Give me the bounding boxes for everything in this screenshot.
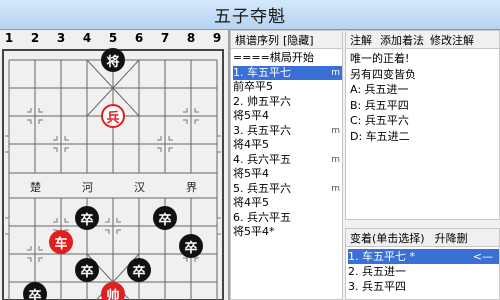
black-soldier-piece[interactable]: 卒 — [75, 206, 99, 230]
list-item[interactable]: 2. 帅五平六 — [233, 95, 342, 110]
move-text: 1. 车五平七 — [233, 65, 291, 79]
add-move-button[interactable]: 添加着法 — [380, 32, 424, 48]
move-text: 3. 兵五平六 — [233, 123, 291, 137]
move-text: 5. 兵五平六 — [233, 181, 291, 195]
comment-panel: 注解 添加着法 修改注解 唯一的正着! 另有四变皆负 A: 兵五进一 B: 兵五… — [345, 30, 500, 220]
variation-header: 变着(单击选择) 升降删 — [346, 229, 499, 247]
variation-text: 1. 车五平七 * — [348, 250, 415, 263]
reorder-delete-button[interactable]: 升降删 — [435, 230, 468, 246]
window-title: 五子夺魁 — [214, 7, 286, 27]
list-item[interactable]: 2. 兵五进一 — [348, 264, 499, 279]
hide-button[interactable]: [隐藏] — [283, 32, 314, 48]
move-mark: m — [331, 154, 340, 165]
title-bar: 五子夺魁 — [0, 0, 500, 30]
move-text: 将5平4 — [233, 109, 269, 122]
list-item[interactable]: 5. 兵五平六 m — [233, 182, 342, 197]
river-label: 汉 — [134, 181, 145, 194]
comment-text[interactable]: 唯一的正着! 另有四变皆负 A: 兵五进一 B: 兵五平四 C: 兵五平六 D:… — [346, 49, 499, 144]
list-item[interactable]: 6. 兵六平五 — [233, 211, 342, 226]
list-item[interactable]: 4. 兵六平五 m — [233, 153, 342, 168]
red-soldier-piece[interactable]: 兵 — [101, 104, 125, 128]
comment-line: C: 兵五平六 — [350, 114, 409, 127]
comment-header: 注解 添加着法 修改注解 — [346, 31, 499, 49]
move-mark: m — [331, 67, 340, 78]
black-soldier-piece[interactable]: 卒 — [75, 258, 99, 282]
move-mark: m — [331, 125, 340, 136]
move-mark: m — [331, 183, 340, 194]
red-marshal-piece[interactable]: 帅 — [101, 282, 125, 300]
variation-text: 2. 兵五进一 — [348, 265, 406, 278]
edit-comment-button[interactable]: 修改注解 — [430, 32, 474, 48]
move-text: 6. 兵六平五 — [233, 210, 291, 224]
comment-line: D: 车五进二 — [350, 129, 410, 143]
list-item[interactable]: 3. 兵五平四 — [348, 279, 499, 294]
variation-list[interactable]: 1. 车五平七 * <— 2. 兵五进一 3. 兵五平四 — [346, 247, 499, 294]
move-text: 将4平5 — [233, 138, 269, 151]
comment-line: B: 兵五平四 — [350, 98, 409, 112]
tab-comment[interactable]: 注解 — [350, 32, 372, 48]
river-label: 楚 — [30, 181, 41, 194]
list-item-selected[interactable]: 1. 车五平七 m — [233, 65, 342, 80]
chess-board[interactable]: 1 2 3 4 5 6 7 8 9 楚 河 汉 界 将 兵 卒 卒 卒 车 卒 … — [0, 30, 228, 300]
black-soldier-piece[interactable]: 卒 — [153, 206, 177, 230]
red-chariot-piece[interactable]: 车 — [49, 230, 73, 254]
move-text: 将5平4 — [233, 167, 269, 180]
black-soldier-piece[interactable]: 卒 — [127, 258, 151, 282]
list-item[interactable]: 将5平4 — [233, 167, 342, 182]
comment-line: 另有四变皆负 — [350, 67, 416, 81]
black-general-piece[interactable]: 将 — [101, 48, 125, 72]
arrow-icon: <— — [472, 250, 493, 263]
move-text: 前卒平5 — [233, 80, 273, 93]
comment-line: A: 兵五进一 — [350, 83, 409, 96]
list-item[interactable]: 3. 兵五平六 m — [233, 124, 342, 139]
river-label: 界 — [186, 181, 197, 194]
list-item[interactable]: 前卒平5 — [233, 80, 342, 95]
variation-panel: 变着(单击选择) 升降删 1. 车五平七 * <— 2. 兵五进一 3. 兵五平四 — [345, 228, 500, 300]
move-text: 2. 帅五平六 — [233, 94, 291, 108]
list-item[interactable]: 将5平4 — [233, 109, 342, 124]
move-text: 4. 兵六平五 — [233, 152, 291, 166]
river-label: 河 — [82, 181, 93, 194]
variation-text: 3. 兵五平四 — [348, 280, 406, 293]
move-list-panel: 棋谱序列 [隐藏] ====棋局开始 1. 车五平七 m 前卒平5 2. 帅五平六… — [230, 30, 343, 300]
move-text: ====棋局开始 — [233, 51, 314, 64]
tab-variations[interactable]: 变着(单击选择) — [350, 230, 425, 246]
tab-move-list[interactable]: 棋谱序列 — [235, 32, 279, 48]
black-soldier-piece[interactable]: 卒 — [23, 282, 47, 300]
list-item[interactable]: 将5平4* — [233, 225, 342, 240]
move-text: 将4平5 — [233, 196, 269, 209]
comment-line: 唯一的正着! — [350, 52, 410, 65]
list-item[interactable]: ====棋局开始 — [233, 51, 342, 66]
black-soldier-piece[interactable]: 卒 — [179, 234, 203, 258]
list-item[interactable]: 将4平5 — [233, 196, 342, 211]
move-list-header: 棋谱序列 [隐藏] — [231, 31, 342, 49]
list-item[interactable]: 将4平5 — [233, 138, 342, 153]
move-list[interactable]: ====棋局开始 1. 车五平七 m 前卒平5 2. 帅五平六 将5平4 3. 兵… — [231, 49, 342, 240]
list-item-selected[interactable]: 1. 车五平七 * <— — [348, 249, 499, 264]
move-text: 将5平4* — [233, 225, 275, 238]
